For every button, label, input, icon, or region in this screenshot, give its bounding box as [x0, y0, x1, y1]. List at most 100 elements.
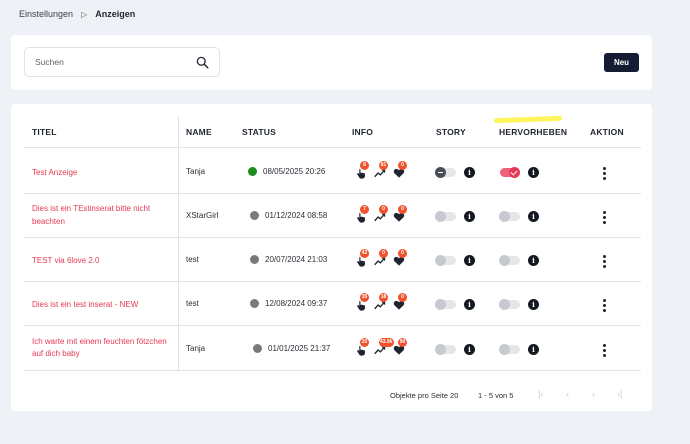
status-dot-icon: [250, 299, 259, 308]
next-page-icon[interactable]: ›: [592, 389, 595, 399]
ad-owner-name: test: [186, 255, 199, 264]
row-actions-menu-icon[interactable]: [602, 211, 606, 224]
views-stat: 42: [355, 249, 369, 267]
page-range: 1 - 5 von 5: [478, 391, 514, 400]
info-stats: 42 0 0: [355, 249, 407, 267]
status-date: 20/07/2024 21:03: [265, 255, 328, 264]
status-dot-icon: [250, 211, 259, 220]
likes-count-badge: 90: [398, 337, 407, 347]
highlight-toggle[interactable]: [499, 255, 520, 266]
ad-title-link[interactable]: TEST via 6love 2.0: [32, 255, 172, 268]
highlight-info-icon[interactable]: i: [528, 166, 539, 178]
ad-title-link[interactable]: Dies ist ein TEstinserat bitte nicht bea…: [32, 203, 172, 228]
highlight-toggle[interactable]: [499, 211, 520, 222]
search-box[interactable]: [24, 47, 220, 77]
story-toggle[interactable]: [435, 211, 456, 222]
views-count-badge: 35: [360, 293, 369, 302]
trend-stat: 43.8k: [374, 337, 394, 356]
row-actions-menu-icon[interactable]: [602, 299, 606, 312]
trend-stat: 18: [374, 293, 388, 311]
status-cell: 20/07/2024 21:03: [250, 255, 327, 264]
highlight-toggle[interactable]: [499, 343, 520, 355]
status-date: 12/08/2024 09:37: [265, 299, 328, 308]
per-page-label: Objekte pro Seite: [390, 391, 448, 400]
row-actions-menu-icon[interactable]: [602, 166, 606, 180]
info-stats: 35 18 0: [355, 293, 407, 311]
likes-count-badge: 0: [398, 205, 407, 214]
ad-owner-name: Tanja: [186, 343, 206, 353]
likes-stat: 0: [393, 249, 407, 267]
story-info-icon[interactable]: i: [464, 255, 475, 266]
breadcrumb-parent[interactable]: Einstellungen: [19, 9, 73, 19]
toggle-knob: [509, 166, 520, 178]
ad-title-link[interactable]: Ich warte mit einem feuchten fötzchen au…: [32, 336, 172, 361]
table-row: Dies ist ein TEstinserat bitte nicht bea…: [24, 194, 641, 238]
highlight-info-icon[interactable]: i: [528, 255, 539, 266]
column-header-title[interactable]: TITEL: [32, 127, 57, 137]
highlight-toggle[interactable]: [499, 299, 520, 310]
column-header-status[interactable]: STATUS: [242, 127, 276, 137]
table-header: TITEL NAME STATUS INFO STORY HERVORHEBEN…: [24, 115, 641, 148]
story-toggle[interactable]: [435, 166, 456, 178]
status-cell: 08/05/2025 20:26: [248, 166, 326, 176]
ad-title-link[interactable]: Test Anzeige: [32, 167, 172, 180]
ad-owner-name: XStarGirl: [186, 211, 219, 220]
toggle-knob: [435, 255, 446, 266]
ads-table-card: TITEL NAME STATUS INFO STORY HERVORHEBEN…: [11, 104, 652, 411]
trend-stat: 0: [374, 249, 388, 267]
ad-owner-name: Tanja: [186, 166, 206, 176]
highlight-info-icon[interactable]: i: [528, 299, 539, 310]
breadcrumb-separator-icon: ▷: [81, 9, 88, 19]
story-toggle[interactable]: [435, 299, 456, 310]
column-header-name[interactable]: NAME: [186, 127, 212, 137]
views-count-badge: 20: [360, 337, 369, 347]
per-page-value[interactable]: 20: [450, 391, 458, 400]
ad-title-link[interactable]: Dies ist ein test inserat - NEW: [32, 299, 172, 312]
first-page-icon[interactable]: |‹: [538, 389, 543, 399]
story-info-icon[interactable]: i: [464, 343, 475, 355]
column-header-story: STORY: [436, 127, 466, 137]
likes-count-badge: 0: [398, 249, 407, 258]
row-actions-menu-icon[interactable]: [602, 343, 606, 357]
trend-count-badge: 43.8k: [379, 337, 394, 347]
info-stats: 8 81 0: [355, 160, 407, 179]
trend-stat: 81: [374, 160, 388, 179]
views-stat: 8: [355, 160, 369, 179]
likes-count-badge: 0: [398, 160, 407, 170]
story-info-icon[interactable]: i: [464, 211, 475, 222]
views-count-badge: 42: [360, 249, 369, 258]
trend-count-badge: 0: [379, 205, 388, 214]
previous-page-icon[interactable]: ‹: [566, 389, 569, 399]
views-count-badge: 8: [360, 160, 369, 170]
status-date: 01/12/2024 08:58: [265, 211, 328, 220]
story-info-icon[interactable]: i: [464, 299, 475, 310]
story-toggle[interactable]: [435, 255, 456, 266]
likes-stat: 90: [393, 337, 407, 356]
new-button[interactable]: Neu: [604, 53, 639, 72]
likes-stat: 0: [393, 205, 407, 223]
trend-stat: 0: [374, 205, 388, 223]
story-info-icon[interactable]: i: [464, 166, 475, 178]
toggle-knob: [499, 343, 510, 355]
column-header-action: AKTION: [590, 127, 624, 137]
search-input[interactable]: [35, 57, 185, 67]
toggle-knob: [499, 211, 510, 222]
story-toggle[interactable]: [435, 343, 456, 355]
per-page-selector[interactable]: Objekte pro Seite 20: [390, 391, 458, 400]
toggle-knob: [435, 299, 446, 310]
views-stat: 20: [355, 337, 369, 356]
status-date: 08/05/2025 20:26: [263, 166, 326, 176]
status-dot-icon: [250, 255, 259, 264]
last-page-icon[interactable]: ›|: [617, 389, 622, 399]
search-icon[interactable]: [196, 56, 209, 69]
toggle-knob: [435, 343, 446, 355]
row-actions-menu-icon[interactable]: [602, 255, 606, 268]
highlight-toggle[interactable]: [500, 166, 520, 178]
likes-stat: 0: [393, 293, 407, 311]
highlight-info-icon[interactable]: i: [528, 343, 539, 355]
breadcrumb-current: Anzeigen: [95, 9, 136, 19]
toggle-knob: [435, 166, 446, 178]
table-row: TEST via 6love 2.0 test 20/07/2024 21:03…: [24, 238, 641, 282]
highlight-info-icon[interactable]: i: [528, 211, 539, 222]
pagination: Objekte pro Seite 20 1 - 5 von 5 |‹ ‹ › …: [24, 389, 641, 403]
